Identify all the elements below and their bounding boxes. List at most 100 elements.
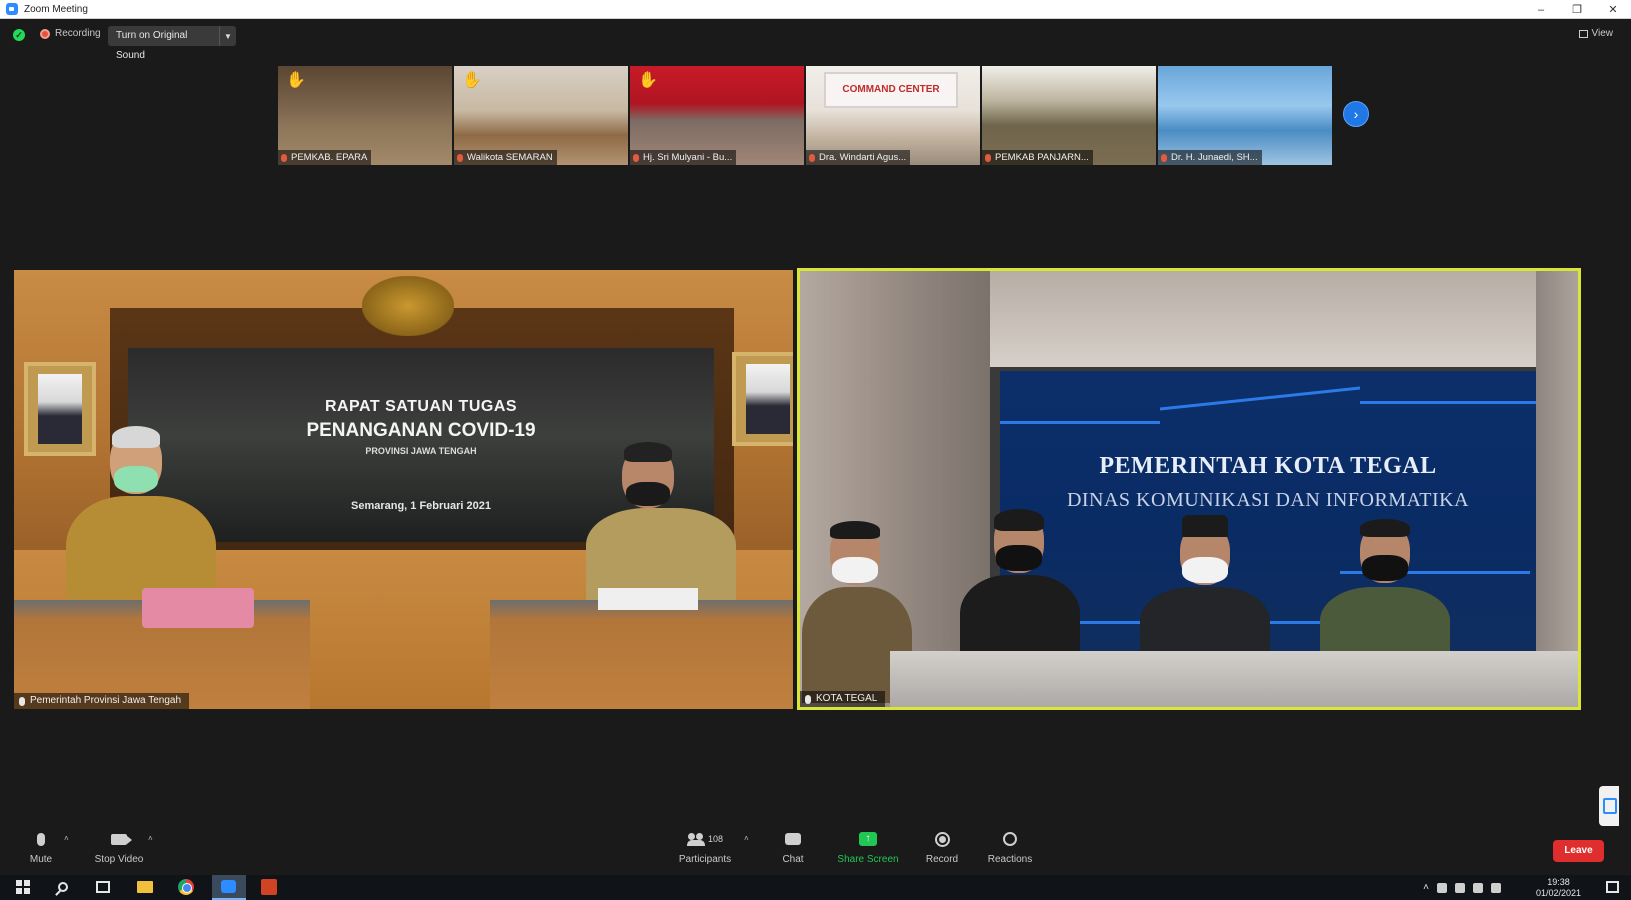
minimize-button[interactable]: –: [1523, 0, 1559, 19]
participants-button[interactable]: 108 Participants: [670, 828, 740, 872]
record-button[interactable]: Record: [920, 828, 964, 872]
participant-name: PEMKAB PANJARN...: [995, 152, 1089, 163]
window-title: Zoom Meeting: [24, 3, 88, 15]
participants-chevron-icon[interactable]: ˄: [744, 834, 749, 843]
participant-name-tag: PEMKAB PANJARN...: [982, 150, 1093, 165]
audio-options-chevron-icon[interactable]: ˄: [64, 834, 69, 843]
muted-mic-icon: [457, 153, 463, 162]
powerpoint-button[interactable]: [260, 878, 278, 896]
chevron-up-icon[interactable]: ˄: [1423, 882, 1429, 893]
microphone-icon: [37, 832, 45, 846]
participant-name-tag: Hj. Sri Mulyani - Bu...: [630, 150, 737, 165]
clock-date: 01/02/2021: [1535, 888, 1581, 898]
next-page-arrow-icon[interactable]: ›: [1343, 101, 1369, 127]
participant-name: Hj. Sri Mulyani - Bu...: [643, 152, 733, 163]
participant-thumbnail-strip: ✋ PEMKAB. EPARA ✋ Walikota SEMARAN ✋ Hj.…: [278, 66, 1332, 165]
name-plate: [598, 588, 698, 610]
muted-mic-icon: [809, 153, 815, 162]
original-sound-button[interactable]: Turn on Original Sound ▼: [108, 26, 236, 61]
mute-button[interactable]: Mute: [26, 828, 56, 872]
search-button[interactable]: [54, 878, 72, 896]
taskbar-clock[interactable]: 19:38 01/02/2021: [1536, 877, 1581, 899]
muted-mic-icon: [281, 153, 287, 162]
mic-icon: [19, 696, 25, 706]
recording-dot-icon: [40, 28, 50, 39]
mic-icon: [805, 694, 811, 704]
meeting-controls-toolbar: Mute ˄ Stop Video ˄ 108 Participants ˄ C…: [0, 828, 1631, 872]
ceiling: [990, 271, 1578, 367]
participant-name: PEMKAB. EPARA: [291, 152, 368, 163]
participant-name: Pemerintah Provinsi Jawa Tengah: [30, 695, 182, 706]
participant-tile[interactable]: Dr. H. Junaedi, SH...: [1158, 66, 1332, 165]
participant-name-tag: KOTA TEGAL: [800, 691, 886, 707]
task-view-button[interactable]: [94, 878, 112, 896]
participant-tile[interactable]: ✋ Walikota SEMARAN: [454, 66, 628, 165]
screen-title-line1: RAPAT SATUAN TUGAS: [324, 398, 518, 415]
chevron-down-icon[interactable]: ▼: [220, 32, 236, 41]
start-button[interactable]: [14, 878, 32, 896]
participants-icon: [686, 832, 705, 846]
raised-hand-icon: ✋: [462, 72, 482, 89]
tissue-box: [142, 588, 254, 628]
tray-app-icon[interactable]: [1437, 882, 1447, 893]
video-tile-active-speaker[interactable]: PEMERINTAH KOTA TEGAL DINAS KOMUNIKASI D…: [797, 268, 1581, 710]
microphone-tray-icon[interactable]: [1455, 882, 1465, 893]
participant-tile[interactable]: ✋ Hj. Sri Mulyani - Bu...: [630, 66, 804, 165]
wall-right: [1536, 271, 1578, 707]
chat-label: Chat: [782, 854, 804, 865]
person: [1140, 515, 1270, 671]
muted-mic-icon: [1161, 153, 1167, 162]
raised-hand-icon: ✋: [638, 72, 658, 89]
zoom-taskbar-button[interactable]: [212, 875, 246, 900]
windows-taskbar: ˄ 19:38 01/02/2021: [0, 875, 1631, 900]
share-screen-label: Share Screen: [837, 854, 899, 865]
view-label: View: [1591, 28, 1614, 39]
conference-table: [890, 651, 1578, 707]
participant-tile[interactable]: COMMAND CENTER Dra. Windarti Agus...: [806, 66, 980, 165]
volume-icon[interactable]: [1491, 882, 1501, 893]
participant-tile[interactable]: ✋ PEMKAB. EPARA: [278, 66, 452, 165]
participant-name-tag: Pemerintah Provinsi Jawa Tengah: [14, 693, 190, 709]
participant-name-tag: Dra. Windarti Agus...: [806, 150, 911, 165]
clock-time: 19:38: [1547, 877, 1570, 887]
leave-button[interactable]: Leave: [1553, 840, 1604, 862]
windows-logo-icon: [16, 880, 30, 894]
reactions-label: Reactions: [987, 854, 1033, 865]
stop-video-button[interactable]: Stop Video: [88, 828, 150, 872]
participant-name: Dr. H. Junaedi, SH...: [1171, 152, 1258, 163]
muted-mic-icon: [633, 153, 639, 162]
task-view-icon: [96, 881, 110, 893]
view-button[interactable]: View: [1578, 28, 1614, 39]
backdrop-subtitle: DINAS KOMUNIKASI DAN INFORMATIKA: [1066, 489, 1470, 511]
restore-button[interactable]: ❐: [1559, 0, 1595, 19]
chat-button[interactable]: Chat: [775, 828, 811, 872]
notifications-icon[interactable]: [1606, 881, 1619, 893]
network-icon[interactable]: [1473, 882, 1483, 893]
security-shield-icon[interactable]: ✓: [13, 29, 25, 41]
title-bar: Zoom Meeting – ❐ ✕: [0, 0, 1631, 19]
share-screen-button[interactable]: ↑ Share Screen: [830, 828, 906, 872]
video-camera-icon: [111, 833, 132, 845]
close-button[interactable]: ✕: [1595, 0, 1631, 19]
file-explorer-button[interactable]: [136, 878, 154, 896]
participant-name: Walikota SEMARAN: [467, 152, 553, 163]
person: [1320, 519, 1450, 671]
participant-tile[interactable]: PEMKAB PANJARN...: [982, 66, 1156, 165]
reactions-button[interactable]: Reactions: [982, 828, 1038, 872]
recording-indicator[interactable]: Recording: [40, 28, 101, 39]
command-center-sign: COMMAND CENTER: [824, 72, 958, 108]
participant-name-tag: PEMKAB. EPARA: [278, 150, 372, 165]
participant-name-tag: Walikota SEMARAN: [454, 150, 557, 165]
garuda-emblem: [362, 276, 454, 336]
participants-count: 108: [707, 834, 724, 844]
original-sound-label: Turn on Original Sound: [108, 26, 220, 61]
side-panel-tab-icon[interactable]: [1599, 786, 1619, 826]
participants-label: Participants: [678, 854, 732, 865]
video-options-chevron-icon[interactable]: ˄: [148, 834, 153, 843]
video-tile-left[interactable]: RAPAT SATUAN TUGAS PENANGANAN COVID-19 P…: [14, 270, 793, 709]
meeting-top-bar: ✓ Recording Turn on Original Sound ▼ Vie…: [0, 20, 1631, 61]
chrome-button[interactable]: [177, 878, 195, 896]
window-controls: – ❐ ✕: [1523, 0, 1631, 19]
person: [960, 509, 1080, 671]
zoom-meeting-window: Zoom Meeting – ❐ ✕ ✓ Recording Turn on O…: [0, 0, 1631, 900]
